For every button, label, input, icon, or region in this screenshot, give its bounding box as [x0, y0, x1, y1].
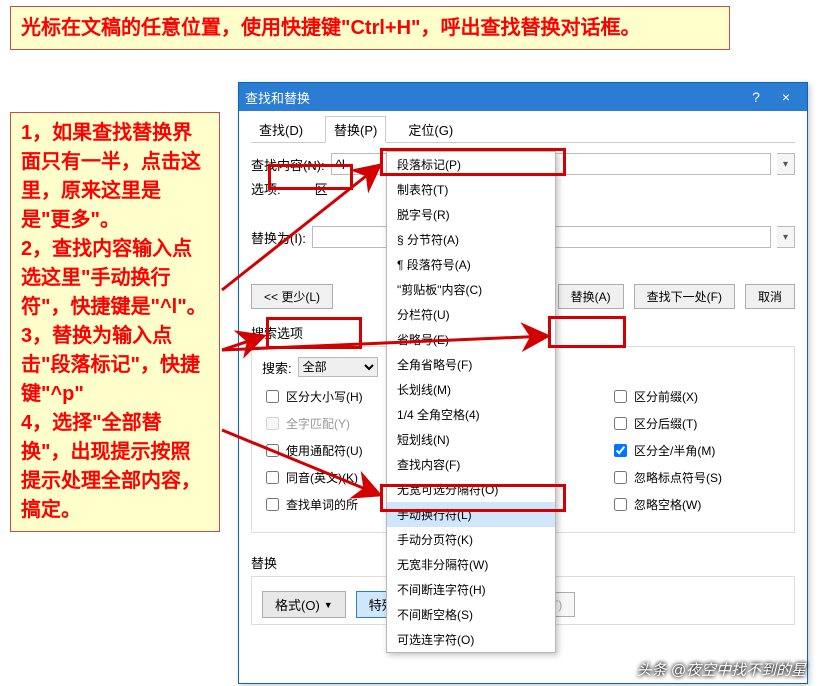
search-direction-select[interactable]: 全部 — [298, 357, 378, 377]
format-button[interactable]: 格式(O)▼ — [262, 591, 346, 618]
find-next-button[interactable]: 查找下一处(F) — [634, 284, 735, 309]
less-button[interactable]: << 更少(L) — [251, 284, 333, 309]
tab-strip: 查找(D) 替换(P) 定位(G) — [251, 119, 795, 143]
chk-suffix[interactable]: 区分后缀(T) — [610, 414, 784, 433]
chk-prefix[interactable]: 区分前缀(X) — [610, 387, 784, 406]
menu-item[interactable]: 制表符(T) — [387, 177, 555, 202]
menu-item[interactable]: 短划线(N) — [387, 427, 555, 452]
menu-item[interactable]: 手动分页符(K) — [387, 527, 555, 552]
menu-item[interactable]: 长划线(M) — [387, 377, 555, 402]
replace-all-button[interactable]: 替换(A) — [558, 284, 624, 309]
menu-item[interactable]: 段落标记(P) — [387, 152, 555, 177]
menu-item[interactable]: 查找内容(F) — [387, 452, 555, 477]
tab-replace[interactable]: 替换(P) — [325, 116, 386, 143]
menu-item[interactable]: 1/4 全角空格(4) — [387, 402, 555, 427]
annotation-top-text: 光标在文稿的任意位置，使用快捷键"Ctrl+H"，呼出查找替换对话框。 — [21, 17, 641, 39]
options-label: 选项: — [251, 179, 281, 198]
menu-item[interactable]: 无宽非分隔符(W) — [387, 552, 555, 577]
cancel-button[interactable]: 取消 — [745, 284, 795, 309]
titlebar[interactable]: 查找和替换 ? × — [239, 83, 807, 111]
dialog-title: 查找和替换 — [245, 88, 310, 107]
menu-item[interactable]: 可选连字符(O) — [387, 627, 555, 652]
menu-item[interactable]: ¶ 段落符号(A) — [387, 252, 555, 277]
menu-item[interactable]: 无宽可选分隔符(O) — [387, 477, 555, 502]
tab-find[interactable]: 查找(D) — [251, 117, 311, 142]
menu-item[interactable]: 分栏符(U) — [387, 302, 555, 327]
options-value: 区 — [315, 179, 328, 198]
annotation-left: 1，如果查找替换界面只有一半，点击这里，原来这里是是"更多"。 2，查找内容输入… — [10, 112, 220, 532]
help-button[interactable]: ? — [741, 89, 771, 105]
menu-item[interactable]: "剪贴板"内容(C) — [387, 277, 555, 302]
menu-item[interactable]: 省略号(E) — [387, 327, 555, 352]
menu-item[interactable]: 脱字号(R) — [387, 202, 555, 227]
menu-item[interactable]: 全角省略号(F) — [387, 352, 555, 377]
replace-combo-arrow[interactable]: ▾ — [777, 226, 795, 248]
special-format-menu: 段落标记(P)制表符(T)脱字号(R)§ 分节符(A)¶ 段落符号(A)"剪贴板… — [386, 151, 556, 653]
tab-goto[interactable]: 定位(G) — [400, 117, 461, 142]
menu-item[interactable]: 不间断空格(S) — [387, 602, 555, 627]
annotation-top: 光标在文稿的任意位置，使用快捷键"Ctrl+H"，呼出查找替换对话框。 — [10, 6, 730, 50]
replace-label: 替换为(I): — [251, 228, 306, 247]
chk-punct[interactable]: 忽略标点符号(S) — [610, 468, 784, 487]
find-label: 查找内容(N): — [251, 155, 325, 174]
close-button[interactable]: × — [771, 89, 801, 105]
search-direction-label: 搜索: — [262, 358, 292, 377]
watermark: 头条 头条 @夜空中找不到的星@夜空中找不到的星 — [637, 659, 806, 680]
chk-fullhalf[interactable]: 区分全/半角(M) — [610, 441, 784, 460]
menu-item[interactable]: § 分节符(A) — [387, 227, 555, 252]
find-combo-arrow[interactable]: ▾ — [777, 153, 795, 175]
menu-item[interactable]: 手动换行符(L) — [387, 502, 555, 527]
annotation-left-text: 1，如果查找替换界面只有一半，点击这里，原来这里是是"更多"。 2，查找内容输入… — [21, 122, 207, 521]
menu-item[interactable]: 不间断连字符(H) — [387, 577, 555, 602]
chk-space[interactable]: 忽略空格(W) — [610, 495, 784, 514]
